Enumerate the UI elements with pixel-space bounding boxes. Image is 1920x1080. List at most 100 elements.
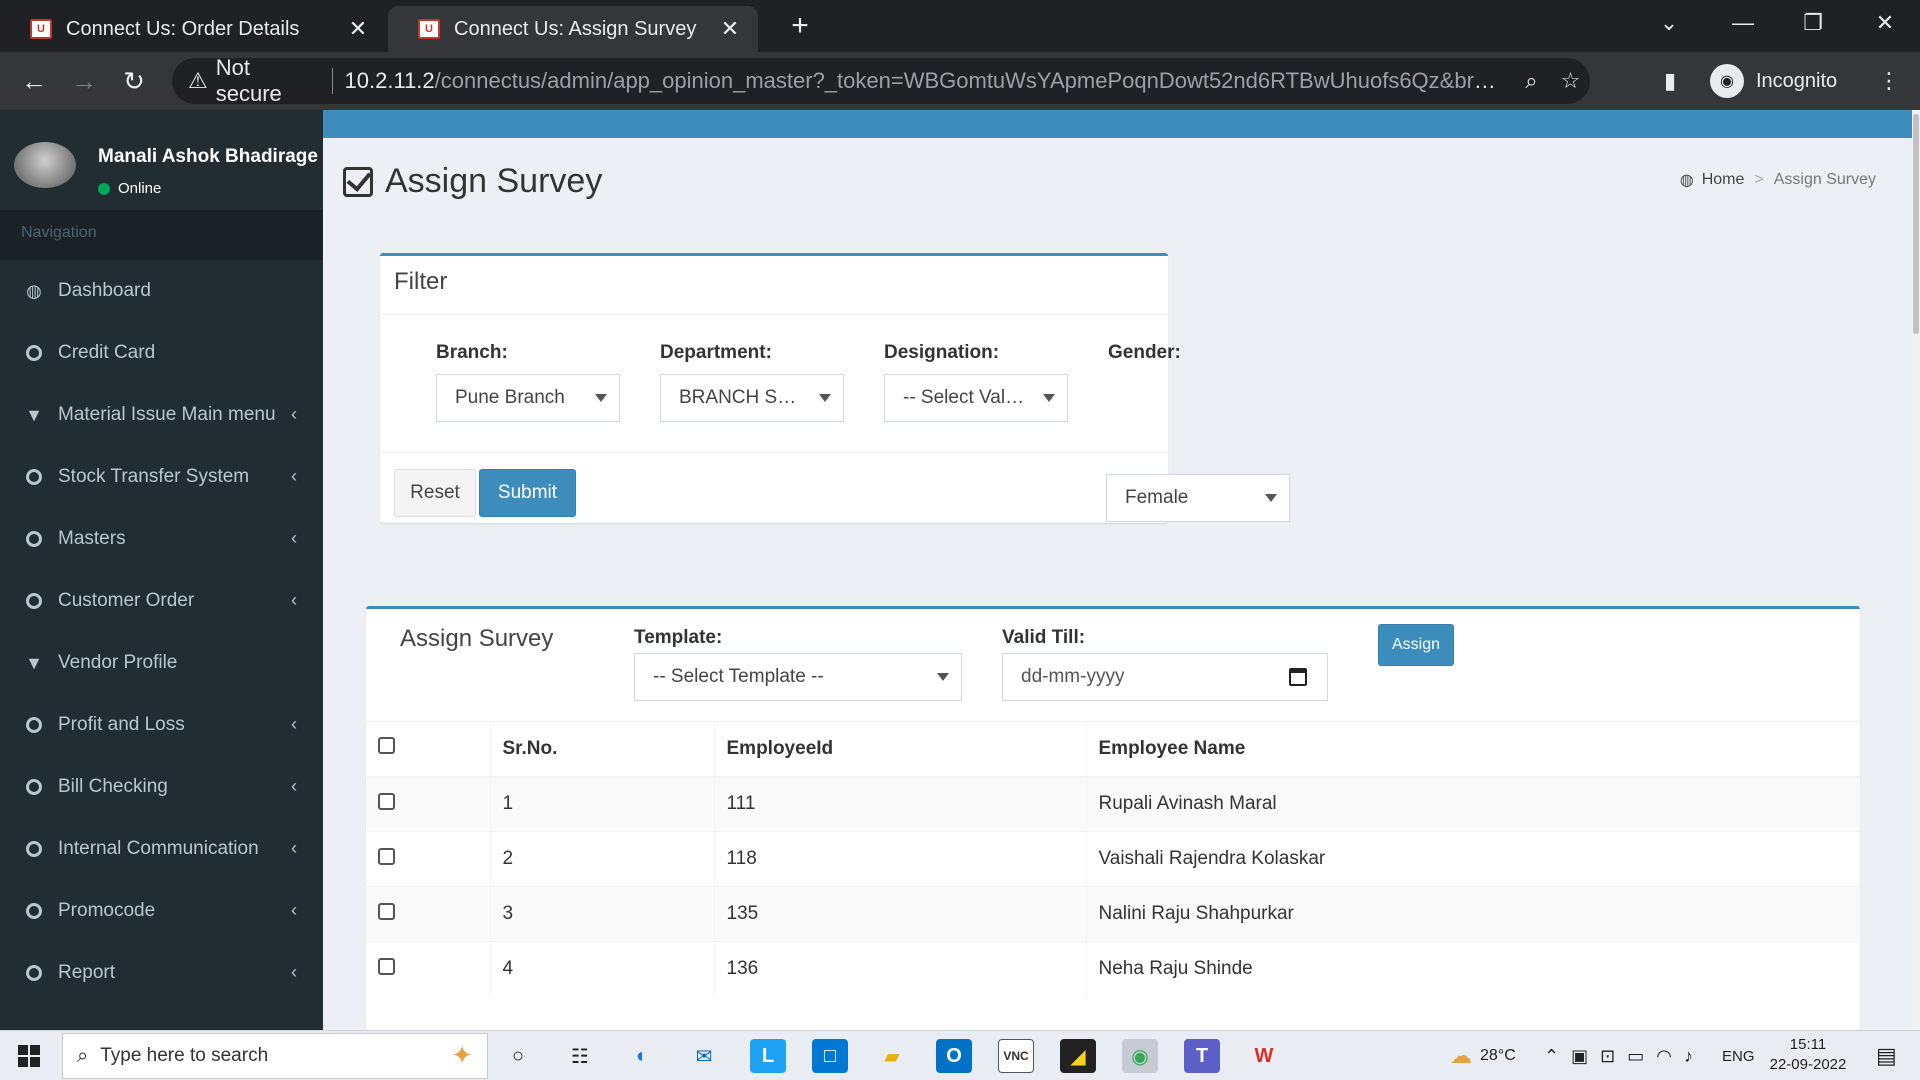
task-view-icon[interactable]: ○	[500, 1039, 536, 1073]
minimize-icon[interactable]: —	[1710, 0, 1776, 46]
sidebar-item-profit-and-loss[interactable]: Profit and Loss ‹	[0, 694, 323, 756]
tab-search-chevron-icon[interactable]: ⌄	[1636, 0, 1702, 46]
tab-close-icon[interactable]: ✕	[718, 16, 742, 42]
select-all-cell	[366, 721, 490, 778]
system-tray: ⌃ ▣ ⊡ ▭ ◠ ♪	[1544, 1031, 1693, 1080]
windows-start-icon[interactable]	[18, 1045, 40, 1067]
row-checkbox[interactable]	[378, 902, 395, 920]
notifications-icon[interactable]: ▤	[1876, 1031, 1897, 1080]
col-employee-id[interactable]: EmployeeId	[713, 721, 1086, 778]
new-tab-icon[interactable]: +	[780, 6, 820, 46]
sidebar-item-material-issue-main-menu[interactable]: ▼ Material Issue Main menu ‹	[0, 384, 323, 446]
sidebar-item-label: Dashboard	[58, 280, 151, 301]
reload-icon[interactable]: ↻	[114, 61, 154, 101]
close-window-icon[interactable]: ✕	[1852, 0, 1918, 46]
select-all-checkbox[interactable]	[378, 737, 395, 755]
tab-order-details[interactable]: U Connect Us: Order Details ✕	[0, 6, 386, 52]
url-text[interactable]: 10.2.11.2/connectus/admin/app_opinion_ma…	[345, 68, 1506, 94]
col-sr-no[interactable]: Sr.No.	[489, 721, 714, 778]
row-checkbox[interactable]	[378, 792, 395, 810]
edge-icon[interactable]: ◐	[624, 1039, 660, 1073]
row-checkbox[interactable]	[378, 957, 395, 975]
gender-select[interactable]: Female	[1106, 474, 1290, 522]
forward-icon[interactable]: →	[64, 61, 104, 101]
warning-icon[interactable]: ⚠	[188, 68, 208, 94]
sidebar-item-report[interactable]: Report ‹	[0, 942, 323, 1004]
store-icon[interactable]: □	[812, 1039, 848, 1073]
cell-employee-name: Nalini Raju Shahpurkar	[1085, 886, 1860, 942]
tray-app-icon[interactable]: ▣	[1571, 1046, 1588, 1067]
address-bar[interactable]: ⚠ Not secure 10.2.11.2/connectus/admin/a…	[172, 55, 1590, 107]
side-panel-icon[interactable]: ▮	[1664, 61, 1676, 101]
weather-widget[interactable]: ☁ 28°C	[1450, 1031, 1516, 1080]
cell-employee-id: 136	[713, 941, 1086, 997]
tab-title: Connect Us: Order Details	[66, 17, 300, 40]
weather-temp: 28°C	[1480, 1047, 1516, 1064]
filter-box: Filter Branch: Pune Branch Department: B…	[380, 253, 1181, 523]
sidebar-item-dashboard[interactable]: ◍ Dashboard	[0, 260, 323, 322]
sidebar-item-customer-order[interactable]: Customer Order ‹	[0, 570, 323, 632]
calendar-icon[interactable]	[1289, 668, 1307, 686]
cell-employee-id: 135	[713, 886, 1086, 942]
language-indicator[interactable]: ENG	[1722, 1031, 1755, 1080]
file-explorer-icon[interactable]: ▰	[874, 1039, 910, 1073]
table-body: 1 111 Rupali Avinash Maral 2 118 Vaishali Raj…	[366, 776, 1860, 997]
sidebar-item-stock-transfer-system[interactable]: Stock Transfer System ‹	[0, 446, 323, 508]
battery-icon[interactable]: ▭	[1627, 1046, 1644, 1067]
sidebar-item-promocode[interactable]: Promocode ‹	[0, 880, 323, 942]
row-checkbox[interactable]	[378, 847, 395, 865]
sidebar-item-label: Stock Transfer System	[58, 466, 250, 487]
tab-close-icon[interactable]: ✕	[346, 16, 370, 42]
submit-button[interactable]: Submit	[479, 469, 576, 517]
restore-icon[interactable]: ❐	[1780, 0, 1846, 46]
wifi-icon[interactable]: ◠	[1656, 1046, 1672, 1067]
department-select[interactable]: BRANCH SALES	[660, 374, 844, 422]
chevron-left-icon: ‹	[291, 962, 297, 982]
col-employee-name[interactable]: Employee Name	[1085, 721, 1860, 778]
designation-select[interactable]: -- Select Value --	[884, 374, 1068, 422]
volume-icon[interactable]: ♪	[1684, 1046, 1693, 1067]
sidebar-item-vendor-profile[interactable]: ▼ Vendor Profile	[0, 632, 323, 694]
breadcrumb-home[interactable]: Home	[1702, 171, 1745, 189]
sidebar-item-label: Report	[58, 962, 116, 983]
security-label[interactable]: Not secure	[216, 55, 320, 107]
scrollbar-thumb[interactable]	[1913, 114, 1919, 334]
tray-overflow-icon[interactable]: ⌃	[1544, 1046, 1559, 1067]
chevron-left-icon: ‹	[291, 776, 297, 796]
profile-button[interactable]: ◉ Incognito	[1710, 59, 1858, 103]
sidebar-item-masters[interactable]: Masters ‹	[0, 508, 323, 570]
taskbar-clock[interactable]: 15:11 22-09-2022	[1764, 1035, 1852, 1075]
valid-till-input[interactable]: dd-mm-yyyy	[1002, 653, 1328, 701]
template-select[interactable]: -- Select Template --	[634, 653, 962, 701]
check-square-icon	[343, 166, 373, 197]
tray-display-icon[interactable]: ⊡	[1600, 1046, 1615, 1067]
reset-button[interactable]: Reset	[394, 469, 476, 517]
breadcrumb-current: Assign Survey	[1773, 171, 1876, 188]
wps-icon[interactable]: W	[1246, 1039, 1282, 1073]
main-content: Assign Survey ◍ Home > Assign Survey Fil…	[323, 110, 1912, 1030]
zoom-icon[interactable]: ⌕	[1512, 68, 1551, 94]
outlook-icon[interactable]: O	[936, 1039, 972, 1073]
teams-icon[interactable]: T	[1184, 1039, 1220, 1073]
tab-assign-survey[interactable]: U Connect Us: Assign Survey ✕	[388, 6, 758, 52]
taskbar-search[interactable]: ⌕ Type here to search ✦	[62, 1033, 488, 1079]
vnc-icon[interactable]: VNC	[998, 1039, 1034, 1073]
sidebar-item-bill-checking[interactable]: Bill Checking ‹	[0, 756, 323, 818]
chrome-icon[interactable]: ◉	[1122, 1039, 1158, 1073]
page-scrollbar[interactable]	[1912, 110, 1920, 1030]
status-text: Online	[118, 180, 162, 197]
mail-icon[interactable]: ✉	[686, 1039, 722, 1073]
sidebar-item-credit-card[interactable]: Credit Card	[0, 322, 323, 384]
url-host: 10.2.11.2	[344, 68, 435, 93]
sidebar-item-internal-communication[interactable]: Internal Communication ‹	[0, 818, 323, 880]
sticky-notes-icon[interactable]: ◢	[1060, 1039, 1096, 1073]
branch-select[interactable]: Pune Branch	[436, 374, 620, 422]
sidebar-menu: ◍ Dashboard Credit Card ▼ Material Issue Mai…	[0, 260, 323, 1004]
more-menu-icon[interactable]: ⋮	[1878, 61, 1900, 101]
designation-label: Designation:	[884, 342, 1000, 363]
back-icon[interactable]: ←	[14, 61, 54, 101]
assign-button[interactable]: Assign	[1378, 624, 1454, 666]
widgets-icon[interactable]: ☷	[562, 1039, 598, 1073]
bookmark-star-icon[interactable]: ☆	[1551, 68, 1590, 94]
l-app-icon[interactable]: L	[750, 1039, 786, 1073]
